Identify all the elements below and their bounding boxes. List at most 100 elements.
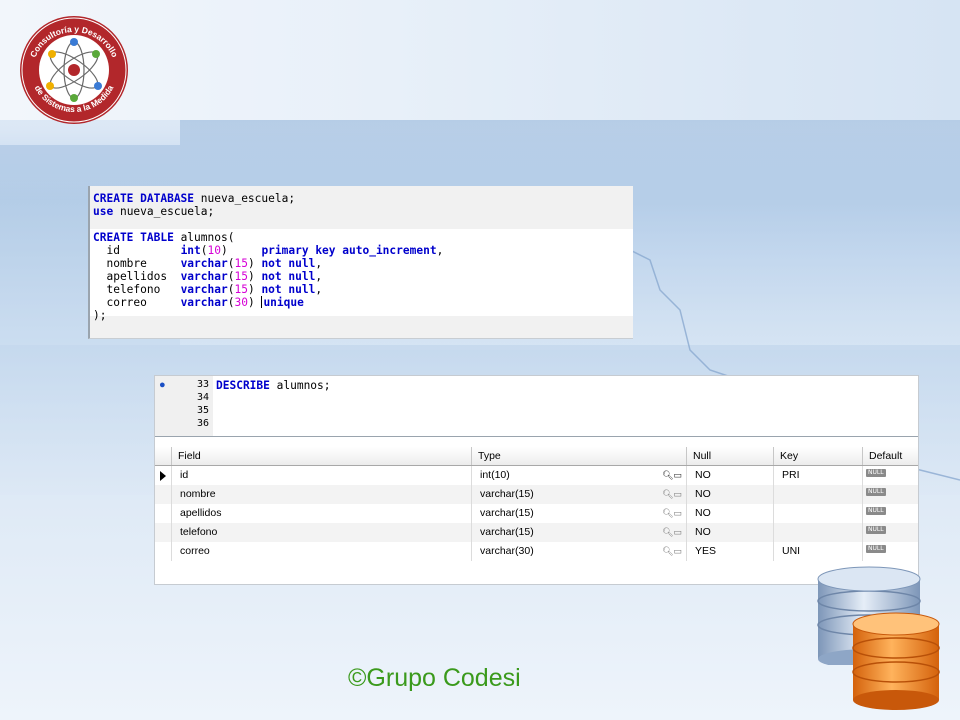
- sql-text: ): [247, 296, 262, 309]
- cell-editor-icon[interactable]: 🔍︎▭: [662, 485, 682, 504]
- cell-field[interactable]: id: [171, 466, 471, 485]
- cell-type[interactable]: varchar(30) 🔍︎▭: [471, 542, 686, 561]
- cell-type[interactable]: varchar(15) 🔍︎▭: [471, 504, 686, 523]
- cell-editor-icon[interactable]: 🔍︎▭: [662, 504, 682, 523]
- current-line-marker-icon: ●: [159, 379, 166, 391]
- line-number: 34: [196, 392, 209, 403]
- cell-null[interactable]: NO: [686, 523, 773, 542]
- sql-number: 15: [234, 257, 248, 270]
- sql-text: ,: [436, 244, 444, 257]
- line-number-gutter: ● 33 34 35 36: [155, 376, 213, 436]
- row-selector[interactable]: [155, 504, 171, 523]
- row-selector[interactable]: [155, 542, 171, 561]
- sql-code-line[interactable]: use nueva_escuela;: [93, 205, 214, 218]
- sql-text: nueva_escuela;: [113, 205, 215, 218]
- cell-field[interactable]: apellidos: [171, 504, 471, 523]
- null-badge: NULL: [866, 545, 886, 553]
- cell-default[interactable]: NULL: [862, 523, 918, 542]
- cell-text: NO: [695, 469, 711, 481]
- row-selector[interactable]: [155, 485, 171, 504]
- sql-text: correo: [93, 296, 181, 309]
- cell-field[interactable]: correo: [171, 542, 471, 561]
- sql-keyword: not null: [261, 270, 316, 283]
- cell-null[interactable]: YES: [686, 542, 773, 561]
- grid-header: Field Type Null Key Default: [155, 447, 918, 466]
- cell-text: varchar(15): [480, 507, 534, 519]
- cell-null[interactable]: NO: [686, 485, 773, 504]
- null-badge: NULL: [866, 469, 886, 477]
- table-row[interactable]: correo varchar(30) 🔍︎▭ YES UNI NULL: [155, 542, 918, 561]
- table-row[interactable]: telefono varchar(15) 🔍︎▭ NO NULL: [155, 523, 918, 542]
- sql-text: (: [200, 244, 208, 257]
- line-number: 33: [196, 379, 209, 390]
- describe-table: alumnos;: [269, 379, 331, 392]
- sql-text: nombre: [93, 257, 181, 270]
- sql-code-line[interactable]: correo varchar(30) unique: [93, 296, 304, 309]
- sql-text: ): [221, 244, 262, 257]
- cell-type[interactable]: varchar(15) 🔍︎▭: [471, 485, 686, 504]
- sql-code-line[interactable]: nombre varchar(15) not null,: [93, 257, 322, 270]
- cell-text: NO: [695, 488, 711, 500]
- table-row[interactable]: id int(10) 🔍︎▭ NO PRI NULL: [155, 466, 918, 485]
- cell-default[interactable]: NULL: [862, 504, 918, 523]
- sql-code-line[interactable]: CREATE DATABASE nueva_escuela;: [93, 192, 295, 205]
- sql-code-line[interactable]: id int(10) primary key auto_increment,: [93, 244, 443, 257]
- cell-field[interactable]: telefono: [171, 523, 471, 542]
- cell-editor-icon[interactable]: 🔍︎▭: [662, 523, 682, 542]
- sql-code-line[interactable]: telefono varchar(15) not null,: [93, 283, 322, 296]
- cell-key[interactable]: UNI: [773, 542, 862, 561]
- column-header-null[interactable]: Null: [686, 447, 773, 465]
- cell-type[interactable]: varchar(15) 🔍︎▭: [471, 523, 686, 542]
- cell-text: apellidos: [180, 507, 222, 519]
- cell-text: correo: [180, 545, 210, 557]
- row-selector[interactable]: [155, 523, 171, 542]
- sql-editor-panel[interactable]: CREATE DATABASE nueva_escuela; use nueva_…: [88, 186, 633, 339]
- describe-query-line[interactable]: DESCRIBE alumnos;: [216, 379, 331, 392]
- table-row[interactable]: nombre varchar(15) 🔍︎▭ NO NULL: [155, 485, 918, 504]
- sql-keyword: varchar: [180, 296, 228, 309]
- sql-text: telefono: [93, 283, 181, 296]
- cell-default[interactable]: NULL: [862, 542, 918, 561]
- line-number: 35: [196, 405, 209, 416]
- sql-number: 30: [234, 296, 248, 309]
- cell-key[interactable]: [773, 523, 862, 542]
- column-header-default[interactable]: Default: [862, 447, 918, 465]
- query-result-panel: ● 33 34 35 36 DESCRIBE alumnos; Field Ty…: [154, 375, 919, 585]
- null-badge: NULL: [866, 507, 886, 515]
- sql-code-line[interactable]: apellidos varchar(15) not null,: [93, 270, 322, 283]
- sql-keyword: varchar: [180, 270, 228, 283]
- cell-null[interactable]: NO: [686, 466, 773, 485]
- cell-default[interactable]: NULL: [862, 466, 918, 485]
- sql-code-line[interactable]: CREATE TABLE alumnos(: [93, 231, 234, 244]
- column-header-field[interactable]: Field: [171, 447, 471, 465]
- cell-text: YES: [695, 545, 717, 557]
- row-selector[interactable]: [155, 466, 171, 485]
- table-row[interactable]: apellidos varchar(15) 🔍︎▭ NO NULL: [155, 504, 918, 523]
- cell-field[interactable]: nombre: [171, 485, 471, 504]
- sql-text: );: [93, 309, 107, 322]
- sql-number: 15: [234, 283, 248, 296]
- cell-editor-icon[interactable]: 🔍︎▭: [662, 466, 682, 485]
- cell-null[interactable]: NO: [686, 504, 773, 523]
- column-header-key[interactable]: Key: [773, 447, 862, 465]
- cell-key[interactable]: [773, 504, 862, 523]
- sql-code-line[interactable]: );: [93, 309, 106, 322]
- null-badge: NULL: [866, 526, 886, 534]
- sql-keyword: CREATE DATABASE: [93, 192, 195, 205]
- cell-default[interactable]: NULL: [862, 485, 918, 504]
- cell-text: nombre: [180, 488, 216, 500]
- sql-text: ,: [315, 283, 323, 296]
- copyright-text: ©Grupo Codesi: [348, 664, 521, 692]
- sql-keyword: CREATE TABLE: [93, 231, 174, 244]
- sql-text: ): [247, 283, 262, 296]
- cell-editor-icon[interactable]: 🔍︎▭: [662, 542, 682, 561]
- cell-type[interactable]: int(10) 🔍︎▭: [471, 466, 686, 485]
- cell-text: varchar(15): [480, 488, 534, 500]
- sql-keyword: varchar: [180, 257, 228, 270]
- database-icon-front: [852, 612, 940, 710]
- cell-text: PRI: [782, 469, 800, 481]
- editor-grid-divider[interactable]: [155, 436, 918, 437]
- cell-key[interactable]: [773, 485, 862, 504]
- cell-key[interactable]: PRI: [773, 466, 862, 485]
- column-header-type[interactable]: Type: [471, 447, 686, 465]
